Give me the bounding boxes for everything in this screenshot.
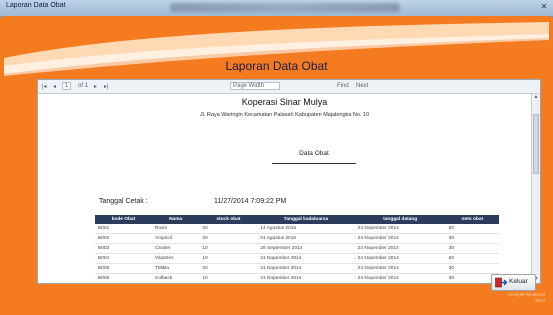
print-date-label: Tanggal Cetak : bbox=[99, 198, 148, 205]
table-cell: B005 bbox=[95, 263, 152, 274]
header-wave bbox=[4, 22, 549, 76]
last-page-icon[interactable]: ▸| bbox=[104, 83, 109, 90]
exit-button-label: Keluar bbox=[509, 278, 528, 285]
copyright-text: All Right Reserved 2014 bbox=[485, 292, 545, 303]
prev-page-icon[interactable]: ◂ bbox=[53, 83, 56, 90]
page-number-input[interactable]: 1 bbox=[62, 82, 72, 90]
table-cell: 14 Agustus 2015 bbox=[257, 224, 355, 234]
table-cell: Vitastres bbox=[151, 253, 200, 264]
table-row: B001 Roxin 20 14 Agustus 2015 24 Nopembe… bbox=[95, 224, 499, 234]
table-cell: 24 Nopember 2014 bbox=[354, 263, 446, 274]
table-cell: 10 bbox=[199, 243, 258, 254]
report-title: Data Obat bbox=[272, 150, 356, 164]
table-cell: 01 Agustus 2015 bbox=[257, 233, 355, 244]
vertical-scrollbar[interactable]: ▲ ▼ bbox=[531, 94, 540, 283]
table-cell: B001 bbox=[95, 224, 152, 234]
page-title: Laporan Data Obat bbox=[225, 59, 328, 73]
table-cell: 21 Nopember 2014 bbox=[257, 273, 355, 283]
table-row: B006 Colback 10 21 Nopember 2014 24 Nope… bbox=[95, 273, 499, 283]
find-label[interactable]: Find bbox=[337, 83, 349, 89]
table-cell: 50 bbox=[445, 253, 499, 264]
table-cell: B002 bbox=[95, 233, 152, 244]
table-cell: 24 Nopember 2014 bbox=[354, 273, 446, 283]
table-cell: 30 bbox=[445, 243, 499, 254]
viewer-toolbar: |◂ ◂ 1 of 1 ▸ ▸| Page Width Find Next bbox=[38, 80, 540, 94]
column-header: Tanggal kadaluarsa bbox=[257, 215, 355, 224]
medicine-table: kode Obat Nama stock obat Tanggal kadalu… bbox=[95, 215, 499, 283]
table-cell: 24 Nopember 2014 bbox=[354, 233, 446, 244]
company-address: Jl. Raya Waringin Kecamatan Palasah Kabu… bbox=[199, 112, 370, 118]
table-cell: 24 Nopember 2014 bbox=[354, 253, 446, 264]
report-viewer: |◂ ◂ 1 of 1 ▸ ▸| Page Width Find Next ▲ … bbox=[37, 79, 541, 284]
print-date-value: 11/27/2014 7:09:22 PM bbox=[214, 198, 287, 205]
table-cell: 10 bbox=[199, 273, 258, 283]
column-header: stock obat bbox=[199, 215, 258, 224]
report-window: Laporan Data Obat ✕ Laporan Data Obat |◂… bbox=[0, 0, 553, 315]
table-cell: 24 Nopember 2014 bbox=[354, 243, 446, 254]
table-cell: Citralet bbox=[151, 243, 200, 254]
first-page-icon[interactable]: |◂ bbox=[42, 83, 47, 90]
exit-icon bbox=[495, 277, 507, 288]
report-page: Koperasi Sinar Mulya Jl. Raya Waringin K… bbox=[38, 94, 531, 283]
table-cell: 50 bbox=[445, 224, 499, 234]
table-cell: Colback bbox=[151, 273, 200, 283]
window-titlebar[interactable]: Laporan Data Obat ✕ bbox=[0, 0, 553, 17]
window-title: Laporan Data Obat bbox=[6, 2, 66, 9]
table-cell: B003 bbox=[95, 243, 152, 254]
client-area: Laporan Data Obat |◂ ◂ 1 of 1 ▸ ▸| Page … bbox=[4, 16, 549, 312]
table-cell: 20 bbox=[199, 233, 258, 244]
copyright-year: 2014 bbox=[534, 297, 545, 303]
column-header: tanggal datang bbox=[354, 215, 446, 224]
close-icon[interactable]: ✕ bbox=[539, 2, 549, 12]
column-header: kode Obat bbox=[95, 215, 152, 224]
scroll-thumb[interactable] bbox=[533, 114, 539, 174]
table-header-row: kode Obat Nama stock obat Tanggal kadalu… bbox=[95, 215, 499, 224]
table-row: B002 Ampicol 20 01 Agustus 2015 24 Nopem… bbox=[95, 233, 499, 244]
table-cell: B004 bbox=[95, 253, 152, 264]
next-page-icon[interactable]: ▸ bbox=[94, 83, 97, 90]
zoom-select[interactable]: Page Width bbox=[230, 82, 280, 90]
exit-button[interactable]: Keluar bbox=[491, 274, 536, 291]
table-row: B003 Citralet 10 29 September 2014 24 No… bbox=[95, 243, 499, 254]
table-cell: 20 bbox=[199, 224, 258, 234]
table-cell: B006 bbox=[95, 273, 152, 283]
column-header: neto obat bbox=[445, 215, 499, 224]
table-cell: 10 bbox=[199, 253, 258, 264]
scroll-up-icon[interactable]: ▲ bbox=[532, 94, 540, 101]
table-cell: 21 Nopember 2014 bbox=[257, 253, 355, 264]
table-cell: 30 bbox=[445, 263, 499, 274]
table-cell: 21 Nopember 2014 bbox=[257, 263, 355, 274]
table-cell: 24 Nopember 2014 bbox=[354, 224, 446, 234]
table-cell: 29 September 2014 bbox=[257, 243, 355, 254]
table-row: B005 TMikla 20 21 Nopember 2014 24 Nopem… bbox=[95, 263, 499, 274]
table-cell: 30 bbox=[445, 233, 499, 244]
table-cell: Ampicol bbox=[151, 233, 200, 244]
blurred-title-region bbox=[170, 3, 400, 12]
column-header: Nama bbox=[151, 215, 200, 224]
next-link[interactable]: Next bbox=[356, 83, 368, 89]
page-count-label: of 1 bbox=[78, 83, 89, 89]
table-row: B004 Vitastres 10 21 Nopember 2014 24 No… bbox=[95, 253, 499, 264]
table-cell: TMikla bbox=[151, 263, 200, 274]
table-cell: 20 bbox=[199, 263, 258, 274]
table-cell: Roxin bbox=[151, 224, 200, 234]
company-name: Koperasi Sinar Mulya bbox=[241, 97, 328, 107]
